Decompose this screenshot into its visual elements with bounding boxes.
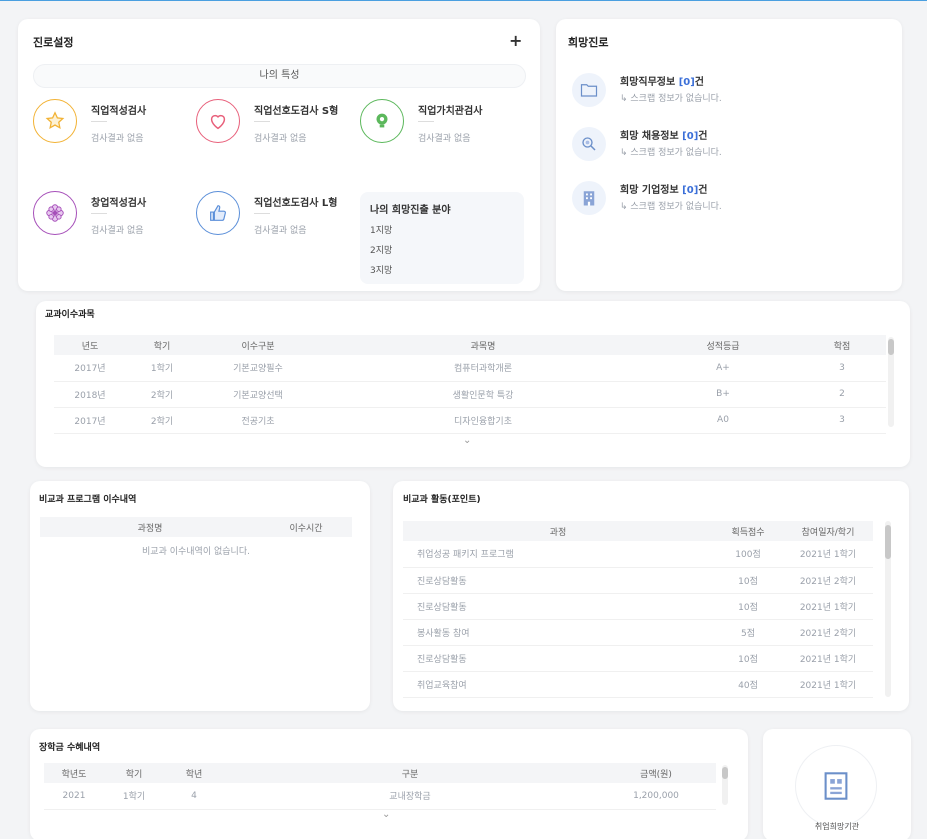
activity-scrollbar[interactable] xyxy=(885,521,891,697)
table-row: 2017년 2학기 전공기초 디자인융합기초 A0 3 xyxy=(54,407,886,434)
test-result: 검사결과 없음 xyxy=(418,134,471,144)
field-choice-3[interactable]: 3지망 xyxy=(370,263,392,276)
building-icon xyxy=(572,181,606,215)
col-course: 과정명 xyxy=(40,517,260,537)
col-credit: 학점 xyxy=(798,335,886,355)
activity-table: 과정 획득점수 참여일자/학기 취업성공 패키지 프로그램 100점 2021년 1… xyxy=(403,521,873,698)
test-preference-s[interactable]: 직업선호도검사 S형 검사결과 없음 xyxy=(196,99,366,159)
chevron-down-icon[interactable]: ⌄ xyxy=(382,809,390,820)
hope-item-title: 희망 기업정보 [0]건 xyxy=(620,185,708,196)
table-row: 진로상담활동 10점 2021년 2학기 xyxy=(403,567,873,594)
test-name: 직업선호도검사 L형 xyxy=(254,198,338,209)
table-row: 2021 1학기 4 교내장학금 1,200,000 xyxy=(44,783,716,810)
extra-label: 취업희망기관 xyxy=(814,822,860,831)
my-traits-label: 나의 특성 xyxy=(33,64,526,88)
test-values[interactable]: 직업가치관검사 검사결과 없음 xyxy=(360,99,530,159)
hope-career-title: 희망진로 xyxy=(568,36,609,49)
table-row: 진로상담활동 10점 2021년 1학기 xyxy=(403,645,873,672)
credit-course-card: 교과이수과목 년도 학기 이수구분 과목명 성적등급 학점 2017년 1학기 기본… xyxy=(36,301,910,467)
count: [0] xyxy=(682,131,699,142)
thumbs-up-icon xyxy=(196,191,240,235)
hope-recruit-info[interactable]: 희망 채용정보 [0]건 ↳ 스크랩 정보가 없습니다. xyxy=(572,123,882,165)
desired-field-box: 나의 희망진출 분야 1지망 2지망 3지망 xyxy=(360,192,524,284)
scholarship-card: 장학금 수혜내역 학년도 학기 학년 구분 금액(원) 2021 1학기 4 교내장학… xyxy=(30,729,748,839)
test-name: 창업적성검사 xyxy=(91,198,147,209)
hope-item-title: 희망 채용정보 [0]건 xyxy=(620,131,708,142)
star-icon xyxy=(33,99,77,143)
col-category: 구분 xyxy=(224,763,596,783)
test-result: 검사결과 없음 xyxy=(91,134,144,144)
scholarship-table: 학년도 학기 학년 구분 금액(원) 2021 1학기 4 교내장학금 1,200,00… xyxy=(44,763,716,810)
test-name: 직업적성검사 xyxy=(91,106,147,117)
table-row: 진로상담활동 10점 2021년 1학기 xyxy=(403,593,873,620)
credit-table: 년도 학기 이수구분 과목명 성적등급 학점 2017년 1학기 기본교양필수 컴퓨터… xyxy=(54,335,886,434)
test-name: 직업가치관검사 xyxy=(418,106,483,117)
heart-icon xyxy=(196,99,240,143)
col-semester: 학기 xyxy=(126,335,198,355)
field-choice-2[interactable]: 2지망 xyxy=(370,243,392,256)
program-card: 비교과 프로그램 이수내역 과정명 이수시간 비교과 이수내역이 없습니다. xyxy=(30,481,370,711)
career-settings-title: 진로설정 xyxy=(33,36,74,49)
activity-title: 비교과 활동(포인트) xyxy=(403,495,481,505)
col-amount: 금액(원) xyxy=(596,763,716,783)
lightbulb-icon xyxy=(360,99,404,143)
search-icon xyxy=(572,127,606,161)
col-year: 년도 xyxy=(54,335,126,355)
col-process: 과정 xyxy=(403,521,713,541)
hope-item-title: 희망직무정보 [0]건 xyxy=(620,77,704,88)
col-semester: 학기 xyxy=(104,763,164,783)
test-result: 검사결과 없음 xyxy=(254,134,307,144)
test-name: 직업선호도검사 S형 xyxy=(254,106,339,117)
flower-icon xyxy=(33,191,77,235)
hope-item-sub: ↳ 스크랩 정보가 없습니다. xyxy=(620,148,722,158)
count: [0] xyxy=(682,185,699,196)
activity-card: 비교과 활동(포인트) 과정 획득점수 참여일자/학기 취업성공 패키지 프로그… xyxy=(393,481,909,711)
credit-title: 교과이수과목 xyxy=(45,310,95,320)
hope-item-sub: ↳ 스크랩 정보가 없습니다. xyxy=(620,94,722,104)
col-hours: 이수시간 xyxy=(260,517,352,537)
document-icon xyxy=(795,745,877,827)
desired-field-title: 나의 희망진출 분야 xyxy=(370,205,451,216)
col-grade: 성적등급 xyxy=(648,335,798,355)
col-date: 참여일자/학기 xyxy=(783,521,873,541)
col-points: 획득점수 xyxy=(713,521,783,541)
program-title: 비교과 프로그램 이수내역 xyxy=(39,495,137,505)
hope-item-sub: ↳ 스크랩 정보가 없습니다. xyxy=(620,202,722,212)
col-type: 이수구분 xyxy=(198,335,318,355)
col-subject: 과목명 xyxy=(318,335,648,355)
test-startup[interactable]: 창업적성검사 검사결과 없음 xyxy=(33,191,203,251)
career-settings-card: 진로설정 + 나의 특성 직업적성검사 검사결과 없음 직업선호도검사 S형 검… xyxy=(18,19,540,291)
table-row: 2017년 1학기 기본교양필수 컴퓨터과학개론 A+ 3 xyxy=(54,355,886,382)
table-row: 봉사활동 참여 5점 2021년 2학기 xyxy=(403,619,873,646)
folder-icon xyxy=(572,73,606,107)
add-button[interactable]: + xyxy=(509,31,522,50)
scholarship-scrollbar[interactable] xyxy=(722,765,728,805)
table-row: 취업교육참여 40점 2021년 1학기 xyxy=(403,671,873,698)
chevron-down-icon[interactable]: ⌄ xyxy=(463,435,471,446)
col-year: 학년도 xyxy=(44,763,104,783)
program-table: 과정명 이수시간 비교과 이수내역이 없습니다. xyxy=(40,517,352,563)
credit-scrollbar[interactable] xyxy=(888,337,894,427)
table-row: 취업성공 패키지 프로그램 100점 2021년 1학기 xyxy=(403,541,873,568)
extra-card[interactable]: 취업희망기관 xyxy=(763,729,911,839)
test-result: 검사결과 없음 xyxy=(91,226,144,236)
test-aptitude[interactable]: 직업적성검사 검사결과 없음 xyxy=(33,99,203,159)
test-preference-l[interactable]: 직업선호도검사 L형 검사결과 없음 xyxy=(196,191,366,251)
table-row: 2018년 2학기 기본교양선택 생활인문학 특강 B+ 2 xyxy=(54,381,886,408)
field-choice-1[interactable]: 1지망 xyxy=(370,223,392,236)
empty-message: 비교과 이수내역이 없습니다. xyxy=(142,546,250,557)
scholarship-title: 장학금 수혜내역 xyxy=(39,743,101,753)
credit-table-wrap: 년도 학기 이수구분 과목명 성적등급 학점 2017년 1학기 기본교양필수 컴퓨터… xyxy=(54,335,886,434)
test-result: 검사결과 없음 xyxy=(254,226,307,236)
hope-job-info[interactable]: 희망직무정보 [0]건 ↳ 스크랩 정보가 없습니다. xyxy=(572,69,882,111)
count: [0] xyxy=(678,77,695,88)
hope-career-card: 희망진로 희망직무정보 [0]건 ↳ 스크랩 정보가 없습니다. 희망 채용정보… xyxy=(556,19,902,291)
col-grade-level: 학년 xyxy=(164,763,224,783)
hope-company-info[interactable]: 희망 기업정보 [0]건 ↳ 스크랩 정보가 없습니다. xyxy=(572,177,882,219)
